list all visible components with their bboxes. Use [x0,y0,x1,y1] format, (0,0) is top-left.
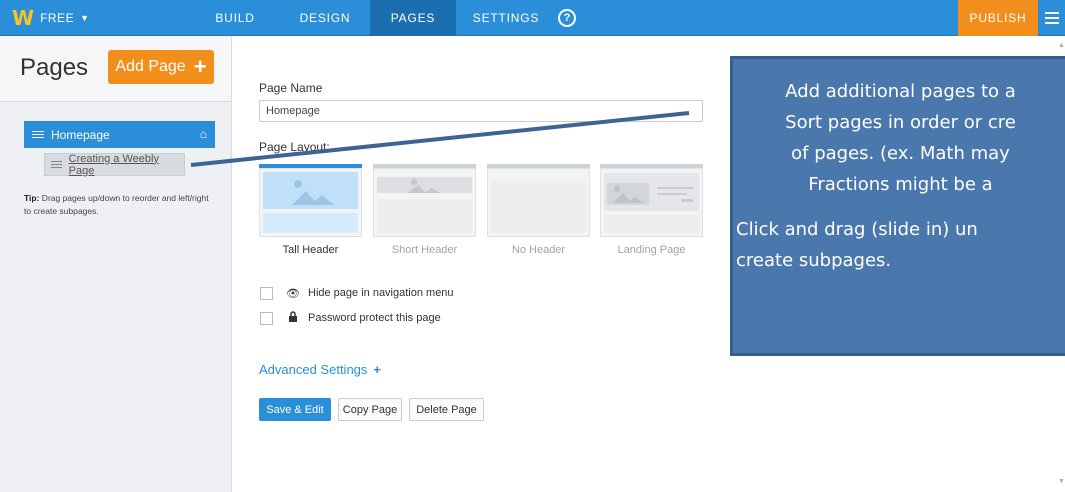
callout-pointer-line [190,111,690,167]
scroll-up-arrow-icon[interactable]: ▲ [1058,42,1065,49]
scroll-down-arrow-icon[interactable]: ▼ [1058,478,1065,485]
